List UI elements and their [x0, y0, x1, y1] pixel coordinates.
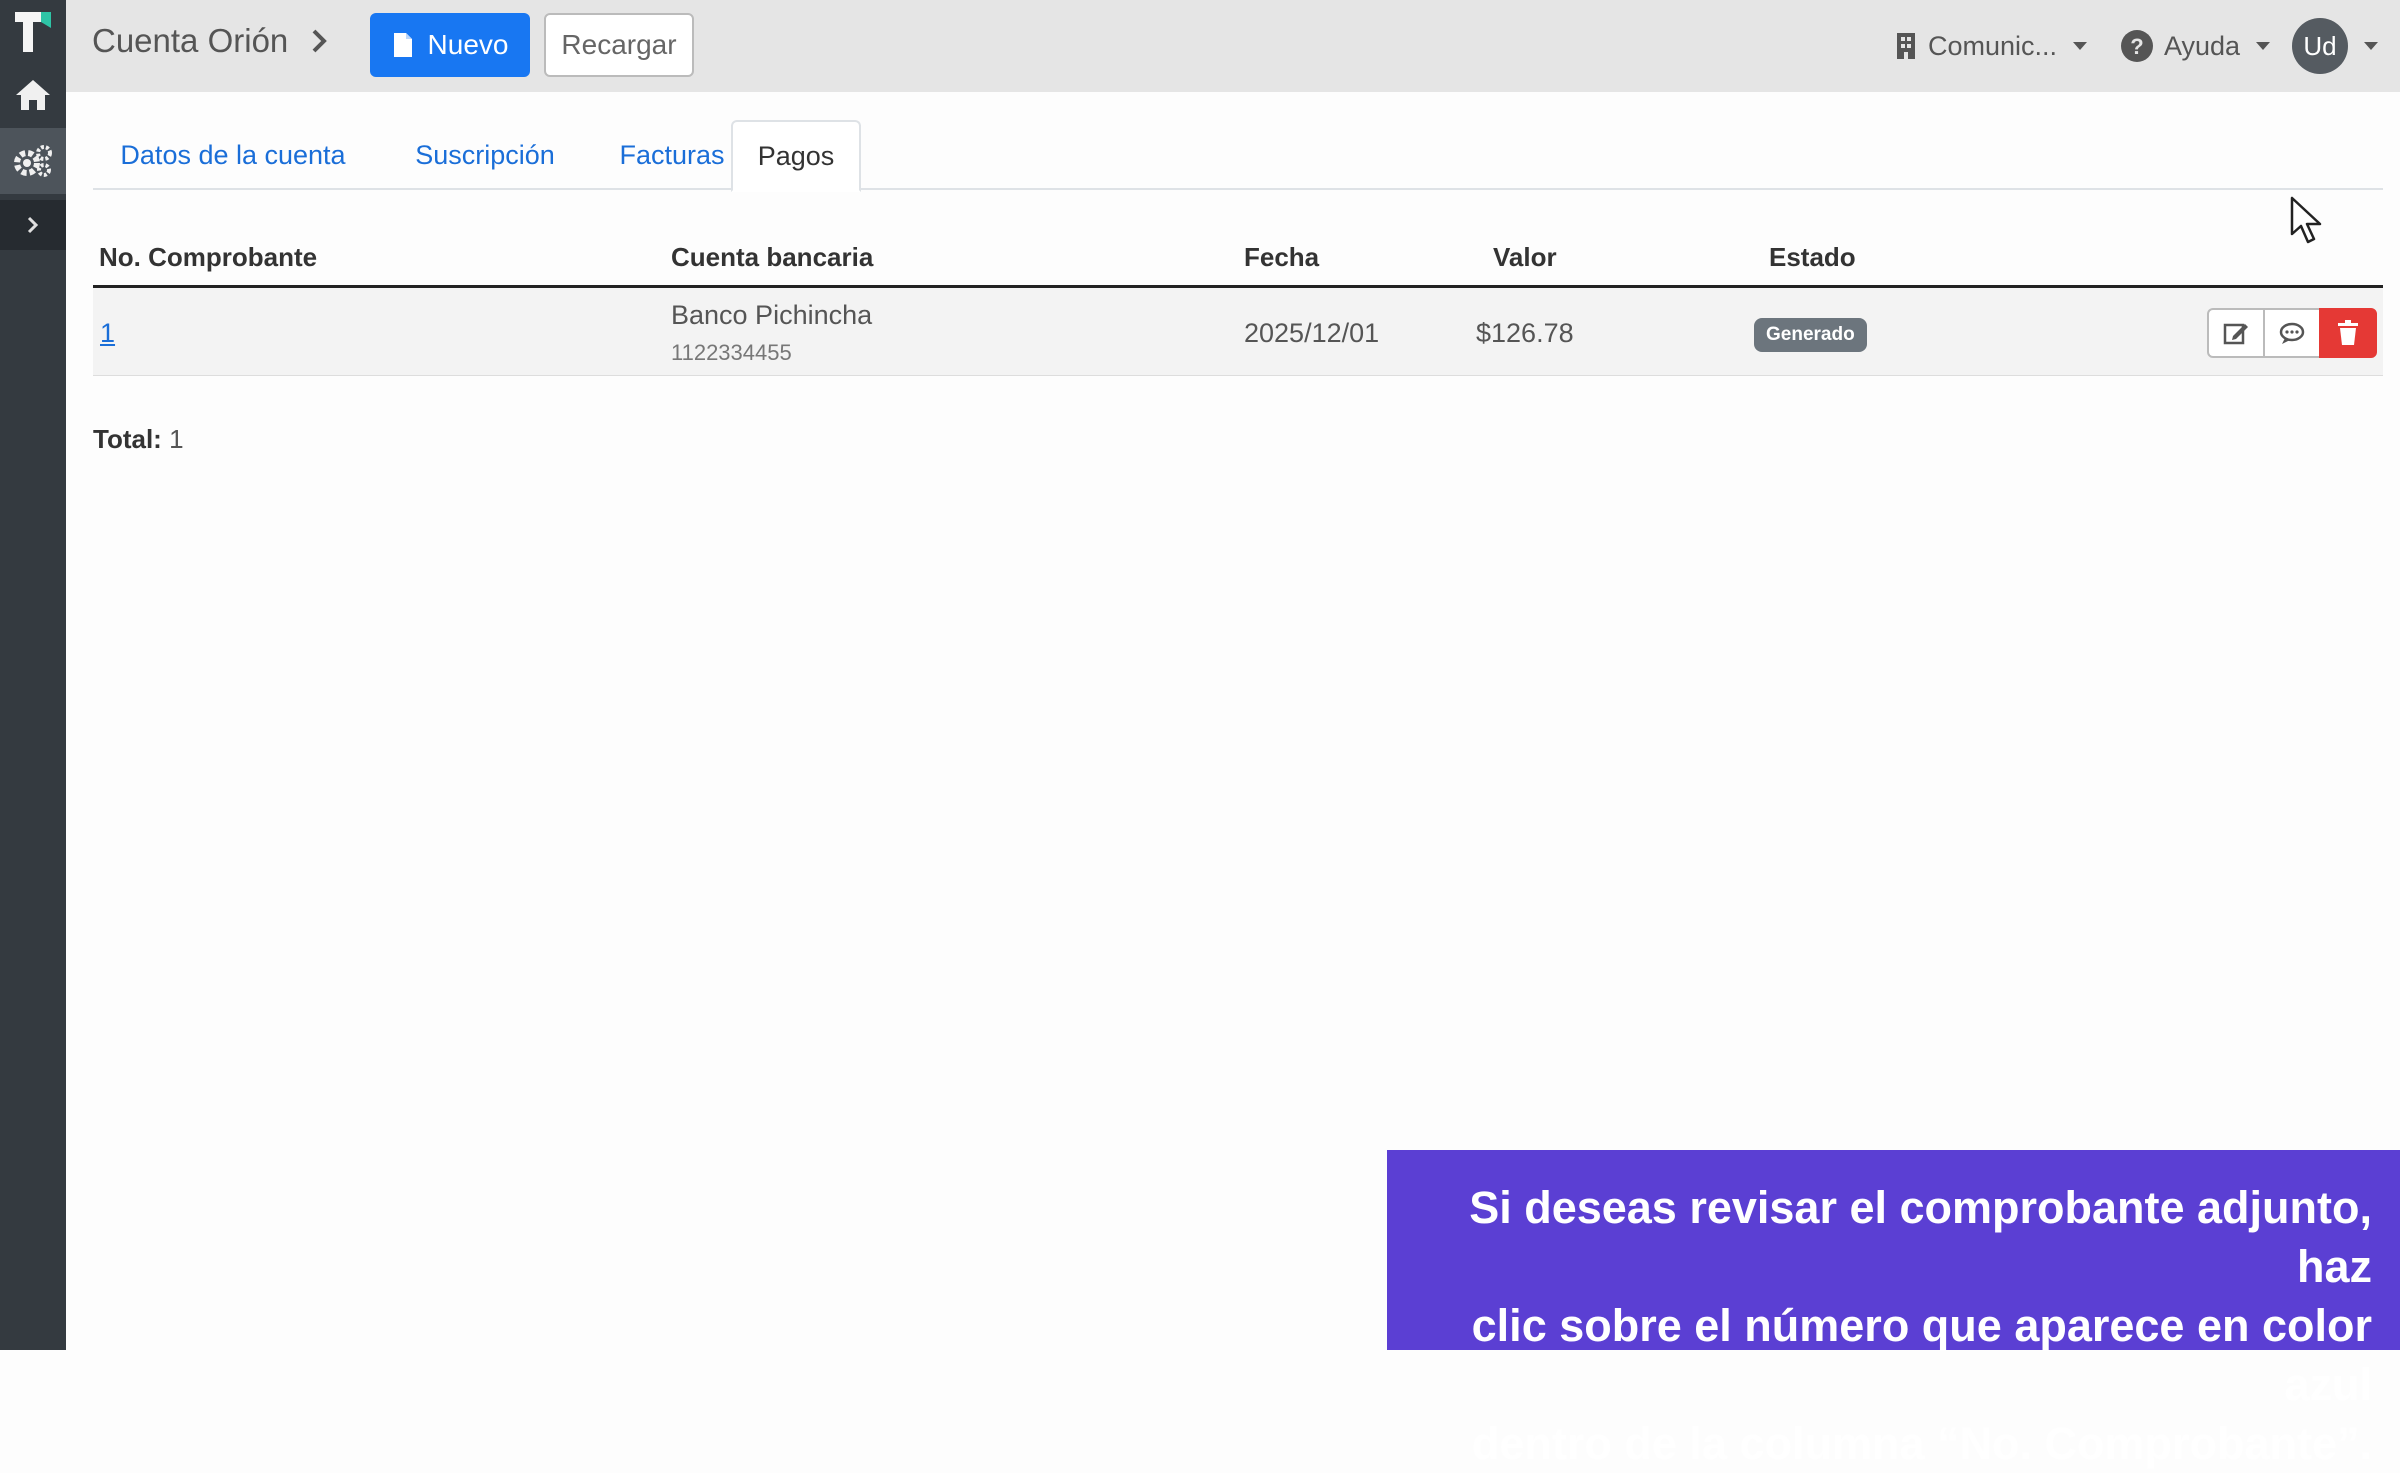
edit-button[interactable] — [2207, 308, 2265, 358]
column-header[interactable]: No. Comprobante — [99, 242, 317, 273]
table-row: 1 Banco Pichincha 1122334455 2025/12/01 … — [93, 288, 2383, 376]
caret-down-icon — [2256, 42, 2271, 50]
column-header[interactable]: Fecha — [1244, 242, 1319, 273]
caption-line: clic sobre el número que aparece en colo… — [1471, 1300, 2372, 1410]
file-icon — [393, 33, 412, 57]
payment-amount: $126.78 — [1476, 318, 1574, 348]
caption-line: Si deseas revisar el comprobante adjunto… — [1469, 1182, 2372, 1292]
column-header[interactable]: Estado — [1769, 242, 1856, 273]
column-header[interactable]: Valor — [1493, 242, 1557, 273]
row-actions — [2207, 308, 2377, 358]
column-header[interactable]: Cuenta bancaria — [671, 242, 873, 273]
caret-down-icon — [2073, 42, 2088, 50]
caption-line: dentro de la columna “No. Comprobante”. — [1471, 1418, 2372, 1469]
delete-button[interactable] — [2319, 308, 2377, 358]
reload-button[interactable]: Recargar — [544, 13, 694, 77]
avatar[interactable]: Ud — [2292, 18, 2348, 74]
chevron-right-icon — [312, 29, 328, 53]
total-value: 1 — [169, 424, 184, 454]
caret-down-icon — [2364, 42, 2378, 50]
user-menu[interactable]: Ud — [2292, 0, 2378, 92]
help-dropdown[interactable]: ? Ayuda — [2120, 0, 2271, 92]
reload-button-label: Recargar — [561, 29, 677, 60]
new-button-label: Nuevo — [427, 29, 509, 60]
tab-pagos[interactable]: Pagos — [731, 120, 861, 192]
total-label: Total: — [93, 424, 162, 454]
company-dropdown[interactable]: Comunic... — [1894, 0, 2088, 92]
tab-suscripcion[interactable]: Suscripción — [379, 120, 591, 190]
breadcrumb-title[interactable]: Cuenta Orión — [92, 22, 288, 60]
bank-account-number: 1122334455 — [671, 340, 792, 365]
comment-button[interactable] — [2263, 308, 2321, 358]
breadcrumb[interactable]: Cuenta Orión — [92, 22, 328, 60]
svg-text:?: ? — [2130, 34, 2143, 59]
help-label: Ayuda — [2164, 30, 2241, 61]
question-circle-icon: ? — [2121, 30, 2153, 62]
sidebar — [0, 0, 66, 1350]
sidebar-item-home[interactable] — [0, 62, 66, 128]
bank-name: Banco Pichincha — [671, 300, 873, 330]
logo-icon — [15, 12, 51, 52]
sidebar-expand-button[interactable] — [0, 200, 66, 250]
tutorial-caption: Si deseas revisar el comprobante adjunto… — [1387, 1150, 2400, 1469]
sidebar-item-settings[interactable] — [0, 128, 66, 194]
trash-icon — [2338, 320, 2358, 345]
app-logo[interactable] — [0, 0, 66, 62]
table-header: No. Comprobante Cuenta bancaria Fecha Va… — [93, 234, 2383, 288]
status-badge: Generado — [1754, 318, 1867, 352]
payment-date: 2025/12/01 — [1244, 318, 1380, 348]
tab-facturas[interactable]: Facturas — [593, 120, 751, 190]
mouse-cursor-icon — [2290, 196, 2322, 244]
building-icon — [1897, 33, 1915, 59]
comprobante-link[interactable]: 1 — [100, 318, 115, 349]
edit-icon — [2223, 323, 2248, 345]
total-count: Total: 1 — [93, 424, 184, 455]
top-header: Cuenta Orión Nuevo Recargar Comunic... ?… — [66, 0, 2400, 92]
tabs-bar: Datos de la cuenta Suscripción Facturas … — [93, 120, 2383, 192]
new-button[interactable]: Nuevo — [370, 13, 530, 77]
home-icon — [16, 80, 50, 110]
tab-datos-cuenta[interactable]: Datos de la cuenta — [93, 120, 373, 190]
comment-icon — [2279, 322, 2305, 344]
company-label: Comunic... — [1928, 30, 2058, 61]
gears-icon — [14, 145, 52, 177]
chevron-right-icon — [27, 216, 39, 234]
